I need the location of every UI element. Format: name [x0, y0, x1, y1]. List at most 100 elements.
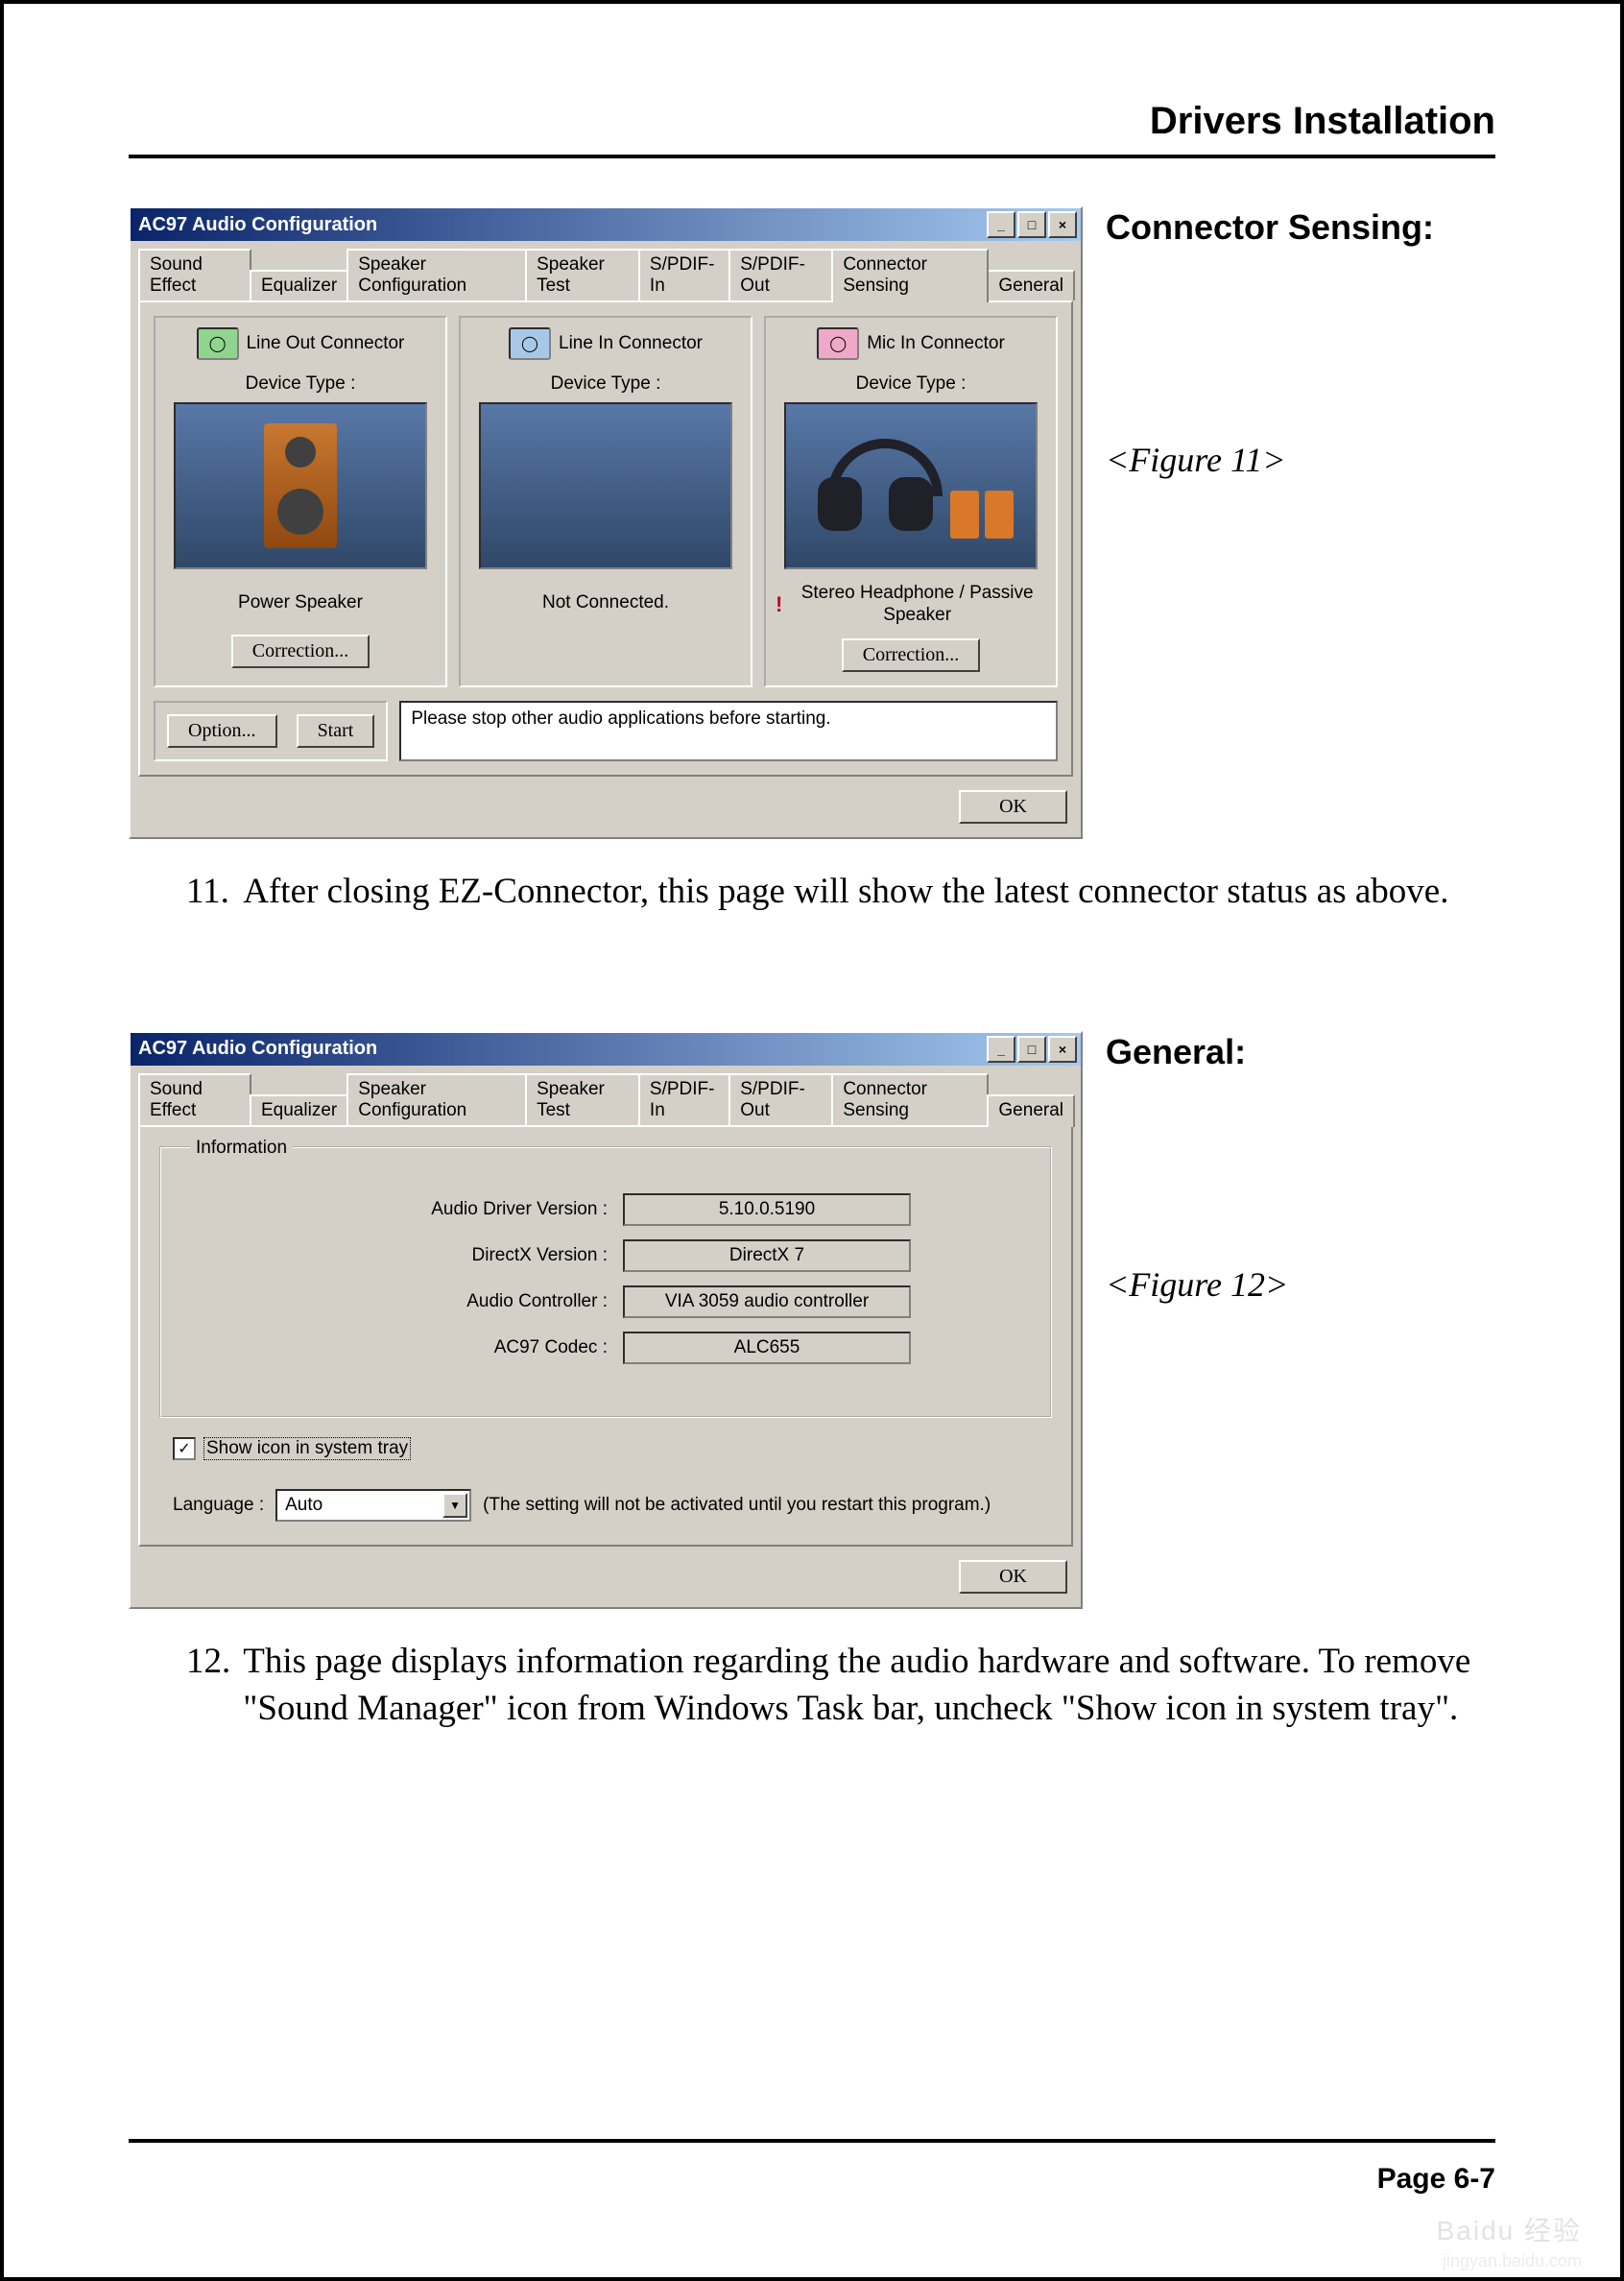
info-row-driver-version: Audio Driver Version : 5.10.0.5190 — [180, 1193, 1031, 1226]
close-button[interactable]: × — [1048, 211, 1077, 238]
tab-sound-effect[interactable]: Sound Effect — [138, 249, 251, 300]
jack-label: Line Out Connector — [247, 333, 405, 354]
figure-11-title: Connector Sensing: — [1106, 206, 1434, 248]
jack-icon-blue: ◯ — [509, 327, 551, 360]
tab-speaker-configuration[interactable]: Speaker Configuration — [346, 1073, 527, 1125]
close-button[interactable]: × — [1048, 1036, 1077, 1063]
option-start-box: Option... Start — [154, 701, 388, 761]
language-note: (The setting will not be activated until… — [483, 1495, 991, 1516]
maximize-button[interactable]: □ — [1017, 211, 1046, 238]
device-status: Power Speaker — [238, 583, 363, 623]
tab-spdif-in[interactable]: S/PDIF-In — [638, 1073, 730, 1125]
list-number: 12. — [186, 1638, 234, 1686]
info-row-directx-version: DirectX Version : DirectX 7 — [180, 1239, 1031, 1272]
tab-speaker-configuration[interactable]: Speaker Configuration — [346, 249, 527, 300]
tab-body: ◯ Line Out Connector Device Type : Power… — [138, 300, 1073, 777]
device-status: Not Connected. — [542, 583, 669, 623]
tabs-row: Sound Effect Equalizer Speaker Configura… — [131, 241, 1081, 300]
ok-button[interactable]: OK — [959, 1560, 1067, 1594]
tab-general[interactable]: General — [987, 1094, 1075, 1127]
info-label: DirectX Version : — [300, 1245, 608, 1266]
show-icon-label: Show icon in system tray — [203, 1437, 411, 1460]
info-row-ac97-codec: AC97 Codec : ALC655 — [180, 1332, 1031, 1364]
jack-icon-pink: ◯ — [817, 327, 859, 360]
window-control-buttons: _ □ × — [987, 1036, 1077, 1063]
list-item-12: 12. This page displays information regar… — [186, 1638, 1495, 1734]
device-type-label: Device Type : — [551, 373, 661, 395]
tab-speaker-test[interactable]: Speaker Test — [525, 1073, 640, 1125]
chevron-down-icon[interactable]: ▼ — [442, 1493, 467, 1518]
window-titlebar: AC97 Audio Configuration _ □ × — [131, 208, 1081, 241]
watermark: Baidu 经验 — [1437, 2210, 1582, 2248]
window-title: AC97 Audio Configuration — [138, 214, 377, 236]
bottom-controls-row: Option... Start Please stop other audio … — [154, 701, 1058, 761]
connector-panel-line-out: ◯ Line Out Connector Device Type : Power… — [154, 316, 447, 687]
tab-speaker-test[interactable]: Speaker Test — [525, 249, 640, 300]
tab-spdif-in[interactable]: S/PDIF-In — [638, 249, 730, 300]
ac97-window-connector-sensing: AC97 Audio Configuration _ □ × Sound Eff… — [129, 206, 1083, 839]
tab-equalizer[interactable]: Equalizer — [250, 1094, 348, 1125]
header-rule — [129, 155, 1495, 158]
correction-button[interactable]: Correction... — [842, 638, 981, 672]
minimize-button[interactable]: _ — [987, 1036, 1015, 1063]
ac97-window-general: AC97 Audio Configuration _ □ × Sound Eff… — [129, 1031, 1083, 1609]
status-message: Please stop other audio applications bef… — [399, 701, 1058, 761]
jack-icon-green: ◯ — [197, 327, 239, 360]
list-number: 11. — [186, 868, 234, 916]
figure-11-section: AC97 Audio Configuration _ □ × Sound Eff… — [129, 206, 1495, 839]
list-text: After closing EZ-Connector, this page wi… — [243, 868, 1471, 916]
language-dropdown[interactable]: Auto ▼ — [275, 1489, 471, 1522]
start-button[interactable]: Start — [297, 714, 375, 748]
connectors-row: ◯ Line Out Connector Device Type : Power… — [154, 316, 1058, 687]
tab-general[interactable]: General — [987, 270, 1075, 300]
window-title: AC97 Audio Configuration — [138, 1038, 377, 1060]
info-row-audio-controller: Audio Controller : VIA 3059 audio contro… — [180, 1285, 1031, 1318]
ok-row: OK — [131, 784, 1081, 837]
tab-body: Information Audio Driver Version : 5.10.… — [138, 1125, 1073, 1547]
figure-11-side: Connector Sensing: <Figure 11> — [1106, 206, 1434, 480]
correction-button[interactable]: Correction... — [231, 635, 370, 668]
warning-icon: ! — [776, 592, 782, 617]
connector-panel-line-in: ◯ Line In Connector Device Type : Not Co… — [459, 316, 752, 687]
window-titlebar: AC97 Audio Configuration _ □ × — [131, 1033, 1081, 1066]
ok-button[interactable]: OK — [959, 790, 1067, 824]
minimize-button[interactable]: _ — [987, 211, 1015, 238]
language-row: Language : Auto ▼ (The setting will not … — [173, 1489, 1058, 1522]
show-icon-checkbox[interactable]: ✓ — [173, 1437, 196, 1460]
show-icon-checkbox-row: ✓ Show icon in system tray — [173, 1437, 1058, 1460]
tab-connector-sensing[interactable]: Connector Sensing — [831, 249, 989, 302]
page-header: Drivers Installation — [129, 100, 1495, 143]
language-value: Auto — [285, 1495, 322, 1516]
jack-row: ◯ Line Out Connector — [197, 327, 405, 360]
ok-row: OK — [131, 1554, 1081, 1607]
figure-11-caption: <Figure 11> — [1106, 440, 1434, 480]
info-value: ALC655 — [623, 1332, 911, 1364]
tab-sound-effect[interactable]: Sound Effect — [138, 1073, 251, 1125]
info-value: DirectX 7 — [623, 1239, 911, 1272]
fieldset-label: Information — [190, 1138, 293, 1159]
tab-connector-sensing[interactable]: Connector Sensing — [831, 1073, 989, 1125]
connector-panel-mic-in: ◯ Mic In Connector Device Type : ! — [764, 316, 1058, 687]
info-label: Audio Controller : — [300, 1291, 608, 1312]
tab-equalizer[interactable]: Equalizer — [250, 270, 348, 300]
document-page: Drivers Installation AC97 Audio Configur… — [0, 0, 1624, 2281]
figure-12-section: AC97 Audio Configuration _ □ × Sound Eff… — [129, 1031, 1495, 1609]
figure-12-side: General: <Figure 12> — [1106, 1031, 1288, 1305]
info-label: AC97 Codec : — [300, 1337, 608, 1358]
device-type-label: Device Type : — [246, 373, 356, 395]
info-label: Audio Driver Version : — [300, 1199, 608, 1220]
watermark-sub: jingyan.baidu.com — [1443, 2251, 1582, 2271]
jack-row: ◯ Mic In Connector — [817, 327, 1005, 360]
figure-12-caption: <Figure 12> — [1106, 1264, 1288, 1305]
maximize-button[interactable]: □ — [1017, 1036, 1046, 1063]
jack-label: Line In Connector — [559, 333, 703, 354]
tabs-row: Sound Effect Equalizer Speaker Configura… — [131, 1066, 1081, 1125]
device-status: ! Stereo Headphone / Passive Speaker — [776, 583, 1046, 627]
option-button[interactable]: Option... — [167, 714, 277, 748]
device-image-headphone — [784, 402, 1038, 569]
jack-row: ◯ Line In Connector — [509, 327, 703, 360]
tab-spdif-out[interactable]: S/PDIF-Out — [728, 1073, 833, 1125]
window-control-buttons: _ □ × — [987, 211, 1077, 238]
device-status-text: Stereo Headphone / Passive Speaker — [788, 583, 1046, 627]
tab-spdif-out[interactable]: S/PDIF-Out — [728, 249, 833, 300]
